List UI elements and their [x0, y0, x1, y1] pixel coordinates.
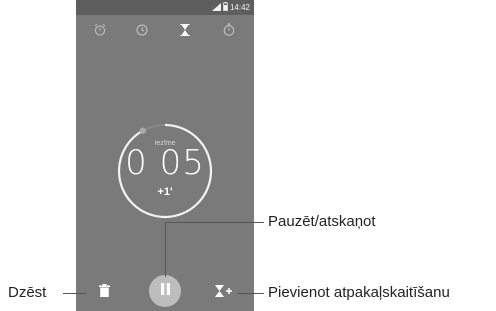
callout-line-pause-vertical: [165, 222, 166, 277]
pause-icon: [160, 282, 171, 300]
add-minute-button[interactable]: +1': [76, 186, 254, 198]
tab-bar: [76, 22, 254, 42]
tab-stopwatch[interactable]: [219, 22, 239, 42]
tab-clock[interactable]: [132, 22, 152, 42]
status-bar: 14:42: [76, 0, 254, 15]
callout-line-pause-horizontal: [165, 222, 264, 223]
timer-value: 0 05: [125, 143, 205, 183]
timer-progress-handle: [139, 127, 147, 134]
stopwatch-icon: [223, 23, 235, 41]
trash-icon: [98, 284, 110, 302]
tab-alarm[interactable]: [90, 22, 110, 42]
callout-pause-resume: Pauzēt/atskaņot: [268, 213, 376, 230]
delete-button[interactable]: [94, 282, 114, 304]
callout-add-timer: Pievienot atpakaļskaitīšanu: [268, 284, 450, 301]
callout-delete: Dzēst: [8, 284, 47, 301]
signal-icon: [211, 2, 221, 13]
callout-line-add-timer: [238, 293, 264, 294]
tab-timer[interactable]: [175, 22, 195, 42]
battery-icon: [223, 2, 228, 13]
status-icons: 14:42: [211, 2, 250, 13]
pause-button[interactable]: [149, 275, 181, 307]
clock-icon: [136, 23, 148, 41]
callout-line-delete: [63, 293, 86, 294]
hourglass-icon: [180, 23, 190, 41]
alarm-clock-icon: [94, 23, 106, 41]
status-time: 14:42: [229, 3, 250, 12]
add-timer-button[interactable]: [212, 282, 236, 304]
add-timer-icon: [215, 284, 233, 302]
